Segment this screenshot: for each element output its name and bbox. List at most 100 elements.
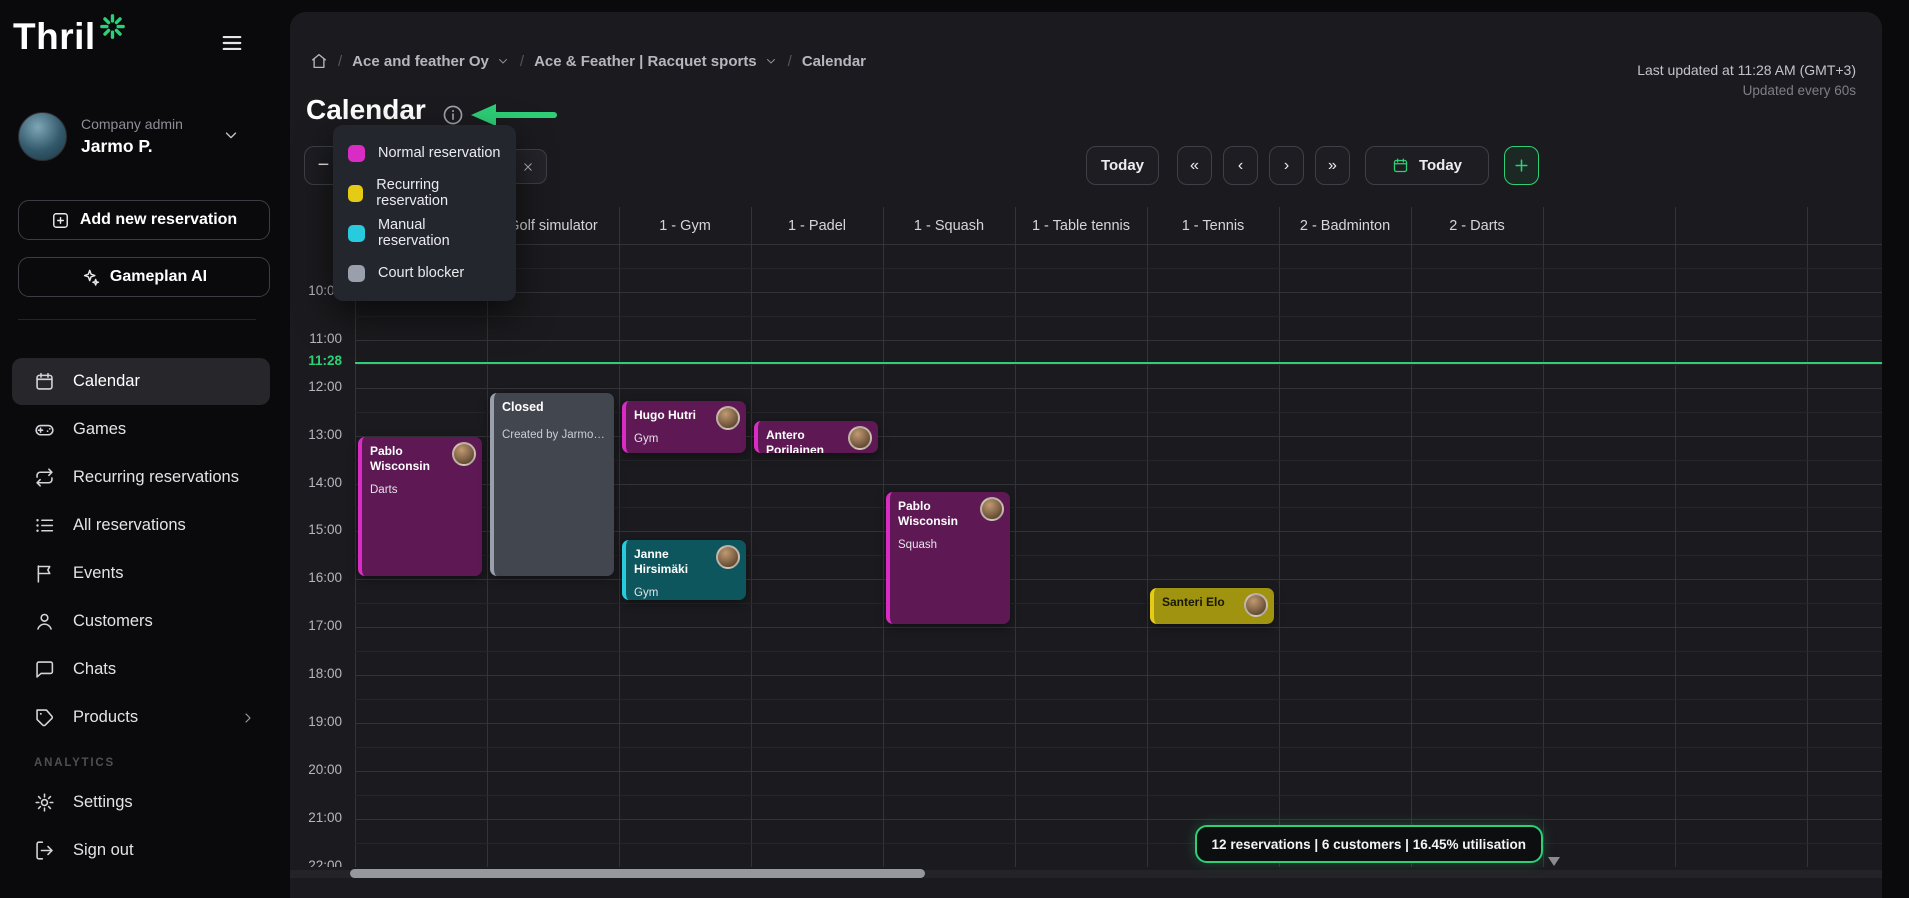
info-icon[interactable]: [442, 104, 464, 126]
person-icon: [34, 611, 55, 632]
breadcrumb-item[interactable]: Ace & Feather | Racquet sports: [534, 53, 778, 70]
gear-icon: [34, 792, 55, 813]
sidebar-footer: Settings Sign out: [12, 779, 270, 875]
column-header: 1 - Padel: [787, 217, 847, 234]
chev-down-icon: [764, 54, 778, 68]
time-label: 11:00: [309, 330, 342, 346]
today-button[interactable]: Today: [1086, 146, 1159, 185]
legend-popup: Normal reservation Recurring reservation M…: [333, 125, 516, 301]
grid-line-half-hour: [355, 315, 1882, 317]
time-label: 19:00: [308, 714, 342, 729]
breadcrumb-separator: /: [787, 52, 792, 70]
current-time-line: [355, 362, 1882, 365]
user-menu[interactable]: Company admin Jarmo P.: [18, 110, 270, 162]
time-label: 20:00: [308, 761, 342, 777]
event-closed[interactable]: Closed Created by Jarmo…: [490, 392, 614, 577]
games-icon: [34, 419, 55, 440]
column-header: 2 - Badminton: [1299, 217, 1391, 234]
legend-item: Recurring reservation: [333, 173, 516, 213]
sidebar-item-label: Games: [73, 420, 127, 438]
add-new-reservation-button[interactable]: Add new reservation: [18, 200, 270, 240]
sidebar-item-sign-out[interactable]: Sign out: [12, 827, 270, 874]
sidebar-item-label: Customers: [73, 612, 153, 630]
event-antero-porilainen[interactable]: Antero Porilainen: [754, 420, 878, 453]
calendar-grid: Golf simulator 1 - Gym 1 - Padel 1 - Squash…: [290, 207, 1882, 867]
sidebar-item-chats[interactable]: Chats: [12, 646, 270, 693]
sidebar-item-all-reservations[interactable]: All reservations: [12, 502, 270, 549]
add-button[interactable]: [1504, 146, 1539, 185]
date-picker-button[interactable]: Today: [1365, 146, 1489, 185]
chat-icon: [34, 659, 55, 680]
analytics-section-label: ANALYTICS: [34, 757, 115, 769]
grid-line-half-hour: [355, 651, 1882, 653]
main-panel: / Ace and feather Oy / Ace & Feather | Racq…: [290, 12, 1882, 898]
grid-line-hour: [355, 770, 1882, 772]
grid-line-hour: [355, 579, 1882, 581]
column-header: 1 - Table tennis: [1031, 217, 1131, 234]
grid-line-half-hour: [355, 699, 1882, 701]
sidebar-item-label: Chats: [73, 660, 117, 678]
scrollbar-thumb[interactable]: [350, 869, 925, 878]
grid-line-half-hour: [355, 794, 1882, 796]
sidebar-item-settings[interactable]: Settings: [12, 779, 270, 826]
forward-button[interactable]: ›: [1269, 146, 1304, 185]
sidebar-item-label: Calendar: [73, 372, 140, 390]
breadcrumb-separator: /: [338, 52, 343, 70]
legend-label: Recurring reservation: [376, 177, 449, 209]
grid-line-vertical: [1543, 207, 1544, 867]
event-subtitle: Created by Jarmo…: [502, 429, 605, 442]
page-title: Calendar: [306, 94, 426, 125]
event-subtitle: Darts: [370, 483, 398, 496]
sidebar-item-products[interactable]: Products: [12, 694, 270, 741]
grid-line-hour: [355, 627, 1882, 629]
gameplan-ai-button[interactable]: Gameplan AI: [18, 257, 270, 297]
sidebar-item-recurring-reservations[interactable]: Recurring reservations: [12, 454, 270, 501]
last-updated-text: Last updated at 11:28 AM (GMT+3): [1637, 62, 1856, 78]
sidebar-nav: Calendar Games Recurring reservations All r…: [12, 358, 270, 742]
sidebar-item-calendar[interactable]: Calendar: [12, 358, 270, 405]
time-label: 16:00: [308, 570, 342, 586]
time-label: 22:00: [308, 857, 342, 867]
legend-item: Manual reservation: [333, 213, 516, 253]
list-icon: [34, 515, 55, 536]
breadcrumb-item[interactable]: Calendar: [802, 53, 866, 70]
legend-label: Normal reservation: [378, 145, 501, 161]
grid-line-hour: [355, 818, 1882, 820]
event-pablo-wisconsin[interactable]: Pablo Wisconsin Darts: [358, 436, 482, 577]
event-janne-hirsim-ki[interactable]: Janne Hirsimäki Gym: [622, 540, 746, 601]
event-hugo-hutri[interactable]: Hugo Hutri Gym: [622, 400, 746, 453]
sidebar-item-games[interactable]: Games: [12, 406, 270, 453]
fast-forward-button[interactable]: »: [1315, 146, 1350, 185]
menu-icon[interactable]: [220, 32, 244, 54]
sidebar-item-customers[interactable]: Customers: [12, 598, 270, 645]
close-icon[interactable]: [522, 161, 534, 173]
sidebar-button-label: Gameplan AI: [109, 268, 208, 285]
calendar-icon: [1392, 157, 1409, 174]
sidebar-item-label: Settings: [73, 793, 133, 811]
breadcrumb-item[interactable]: Ace and feather Oy: [352, 53, 510, 70]
legend-swatch: [348, 264, 365, 282]
grid-line-hour: [355, 244, 1882, 245]
breadcrumb: / Ace and feather Oy / Ace & Feather | Racq…: [310, 50, 866, 72]
divider: [18, 319, 256, 320]
event-title: Closed: [502, 399, 544, 414]
time-label: 13:00: [308, 426, 342, 442]
avatar: [716, 405, 740, 430]
grid-line-half-hour: [355, 267, 1882, 269]
back-button[interactable]: ‹: [1223, 146, 1258, 185]
legend-label: Manual reservation: [377, 217, 450, 249]
home-icon[interactable]: [310, 52, 328, 70]
event-pablo-wisconsin[interactable]: Pablo Wisconsin Squash: [886, 492, 1010, 625]
avatar: [1244, 593, 1268, 618]
event-santeri-elo[interactable]: Santeri Elo: [1150, 588, 1274, 625]
fast-back-button[interactable]: «: [1177, 146, 1212, 185]
grid-line-vertical: [1279, 207, 1280, 867]
avatar: [848, 425, 872, 450]
flag-icon: [34, 563, 55, 584]
sidebar-item-events[interactable]: Events: [12, 550, 270, 597]
legend-swatch: [348, 224, 365, 242]
sidebar-item-label: Products: [73, 708, 139, 726]
user-avatar: [18, 111, 67, 161]
chevron-down-icon: [222, 126, 240, 144]
legend-label: Court blocker: [378, 265, 465, 281]
